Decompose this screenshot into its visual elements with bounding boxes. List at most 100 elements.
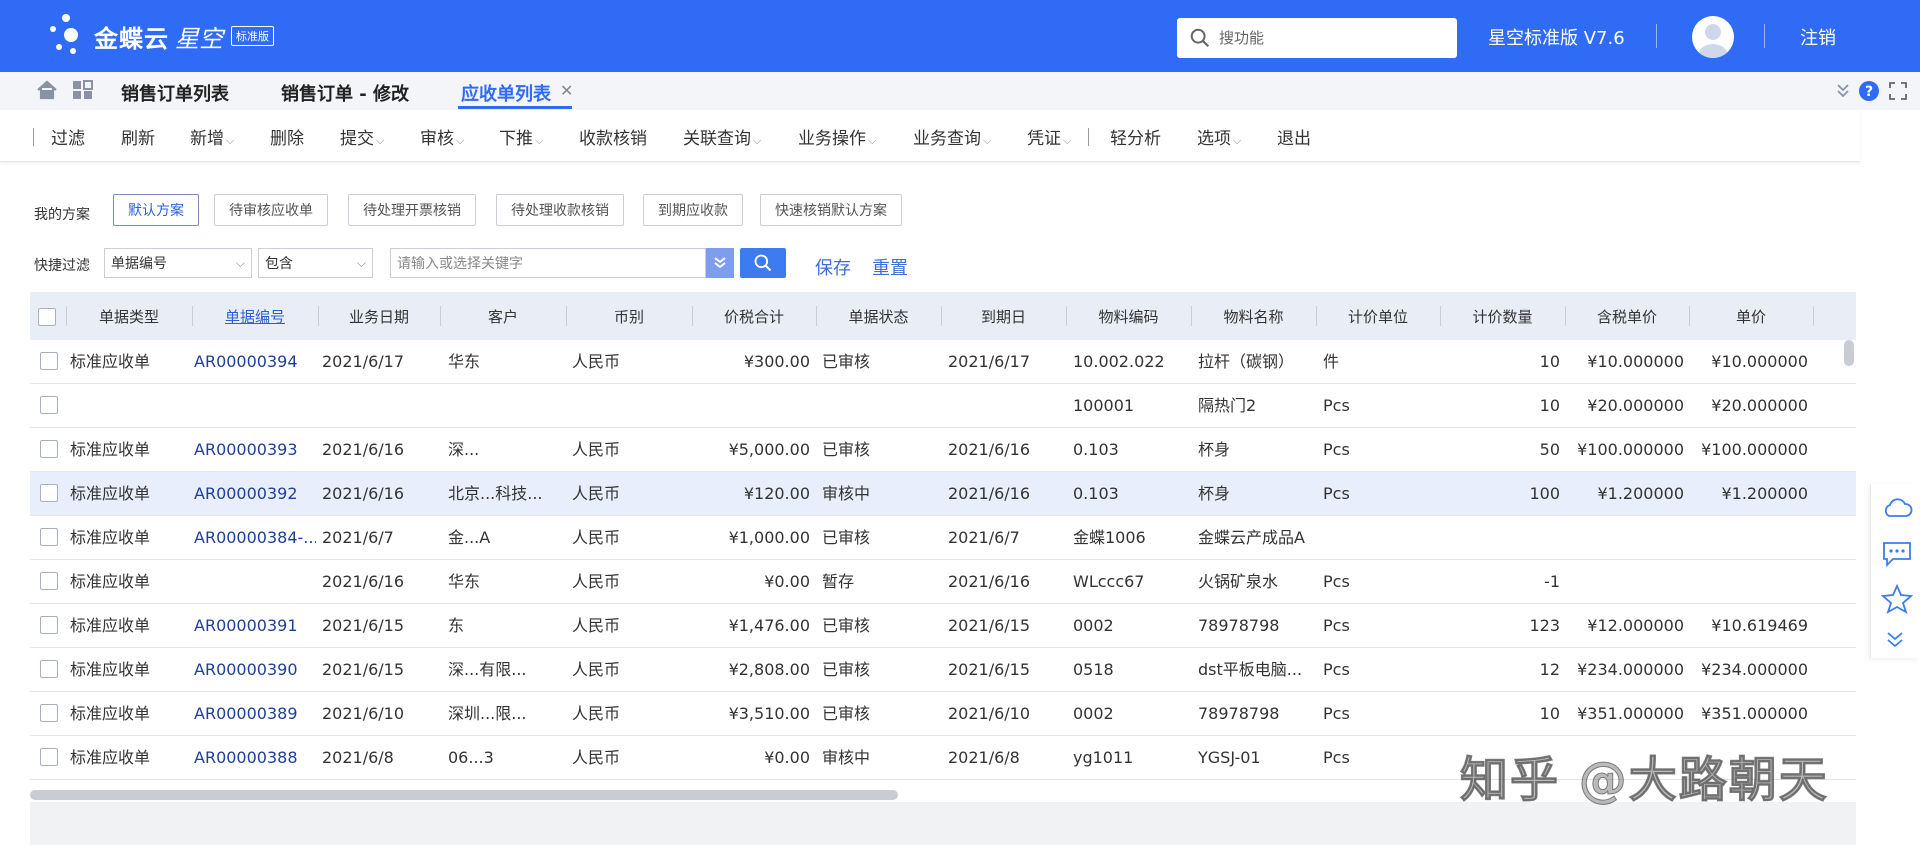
row-checkbox[interactable] [40,352,58,370]
scheme-pending-invoice-writeoff[interactable]: 待处理开票核销 [348,194,476,226]
col-header-total[interactable]: 价税合计 [692,292,816,340]
filter-keyword-input[interactable]: 请输入或选择关键字 [390,248,706,278]
brand-logo[interactable]: 金蝶云 星空 标准版 [50,14,274,58]
col-header-tax-price[interactable]: 含税单价 [1565,292,1689,340]
active-tab-indicator [458,106,572,109]
business-operation-button[interactable]: 业务操作 ⌵ [798,124,876,149]
col-header-quantity[interactable]: 计价数量 [1440,292,1565,340]
audit-button[interactable]: 审核 ⌵ [420,124,464,149]
cell-no[interactable] [194,560,316,604]
table-row[interactable]: 标准应收单 AR00000392 2021/6/16 北京...科技... 人民币 ¥12… [30,472,1856,516]
close-icon[interactable]: ✕ [560,81,573,100]
col-header-doc-no[interactable]: 单据编号 [192,292,318,340]
row-checkbox[interactable] [40,528,58,546]
row-checkbox[interactable] [40,484,58,502]
col-header-status[interactable]: 单据状态 [816,292,941,340]
cell-no[interactable]: AR00000394 [194,340,316,384]
apps-icon[interactable] [72,80,94,104]
home-icon[interactable] [36,80,58,104]
col-header-currency[interactable]: 币别 [566,292,692,340]
row-checkbox[interactable] [40,704,58,722]
function-search[interactable] [1177,18,1457,58]
save-filter-button[interactable]: 保存 [815,254,851,280]
table-row[interactable]: 100001 隔热门2 Pcs 10 ¥20.000000 ¥20.000000 [30,384,1856,428]
row-checkbox[interactable] [40,572,58,590]
col-header-date[interactable]: 业务日期 [318,292,440,340]
delete-button[interactable]: 删除 [270,124,304,149]
logout-button[interactable]: 注销 [1800,24,1836,50]
avatar[interactable] [1692,16,1734,58]
row-checkbox[interactable] [40,616,58,634]
table-row[interactable]: 标准应收单 AR00000391 2021/6/15 东 人民币 ¥1,476.00 已审核… [30,604,1856,648]
table-row[interactable]: 标准应收单 2021/6/16 华东 人民币 ¥0.00 暂存 2021/6/16 WLccc… [30,560,1856,604]
tab-sales-order-list[interactable]: 销售订单列表 [121,80,229,106]
business-query-button[interactable]: 业务查询 ⌵ [913,124,991,149]
table-row[interactable]: 标准应收单 AR00000394 2021/6/17 华东 人民币 ¥300.00 已审核 2… [30,340,1856,384]
reset-filter-button[interactable]: 重置 [872,254,908,280]
audit-label: 审核 [420,129,454,149]
chevron-double-down-icon[interactable] [1836,83,1850,103]
row-checkbox[interactable] [40,660,58,678]
col-header-unit[interactable]: 计价单位 [1316,292,1440,340]
table-row[interactable]: 标准应收单 AR00000390 2021/6/15 深...有限... 人民币 ¥2,8… [30,648,1856,692]
cell-no[interactable]: AR00000393 [194,428,316,472]
row-checkbox[interactable] [40,396,58,414]
table-row[interactable]: 标准应收单 AR00000384-... 2021/6/7 金...A 人民币 ¥1,00… [30,516,1856,560]
cell-no[interactable]: AR00000388 [194,736,316,780]
star-icon[interactable] [1880,583,1914,618]
filter-field-select[interactable]: 单据编号 ⌵ [104,248,252,278]
col-header-material-name[interactable]: 物料名称 [1191,292,1316,340]
cell-no[interactable]: AR00000392 [194,472,316,516]
cell-taxprice [1568,560,1684,604]
cell-no[interactable]: AR00000390 [194,648,316,692]
refresh-button[interactable]: 刷新 [121,124,155,149]
scheme-default[interactable]: 默认方案 [113,194,199,226]
cell-no[interactable] [194,384,316,428]
version-label[interactable]: 星空标准版 V7.6 [1488,24,1625,50]
chevron-double-down-icon[interactable] [1885,630,1905,654]
chat-icon[interactable] [1881,540,1913,572]
cell-no[interactable]: AR00000389 [194,692,316,736]
options-button[interactable]: 选项 ⌵ [1197,124,1241,149]
vertical-scrollbar[interactable] [1844,340,1854,366]
submit-button[interactable]: 提交 ⌵ [340,124,384,149]
scheme-due-receivable[interactable]: 到期应收款 [643,194,743,226]
cell-no[interactable]: AR00000391 [194,604,316,648]
table-row[interactable]: 标准应收单 AR00000389 2021/6/10 深圳...限... 人民币 ¥3,5… [30,692,1856,736]
fullscreen-icon[interactable] [1888,81,1908,105]
push-down-button[interactable]: 下推 ⌵ [499,124,543,149]
receipt-writeoff-button[interactable]: 收款核销 [579,124,647,149]
filter-search-button[interactable] [740,248,786,278]
cell-customer [448,384,562,428]
row-checkbox[interactable] [40,440,58,458]
exit-button[interactable]: 退出 [1277,124,1311,149]
scheme-pending-receipt-writeoff[interactable]: 待处理收款核销 [496,194,624,226]
col-header-customer[interactable]: 客户 [440,292,566,340]
help-icon[interactable]: ? [1858,80,1880,106]
select-all-checkbox[interactable] [38,308,56,326]
col-header-due-date[interactable]: 到期日 [941,292,1066,340]
cell-no[interactable]: AR00000384-... [194,516,316,560]
tab-sales-order-edit[interactable]: 销售订单 - 修改 [281,80,409,106]
scheme-quick-writeoff[interactable]: 快速核销默认方案 [760,194,902,226]
col-header-material-code[interactable]: 物料编码 [1066,292,1191,340]
filter-button[interactable]: 过滤 [51,124,85,149]
scheme-pending-audit[interactable]: 待审核应收单 [214,194,328,226]
row-checkbox[interactable] [40,748,58,766]
voucher-button[interactable]: 凭证 ⌵ [1027,124,1071,149]
function-search-input[interactable] [1219,29,1439,47]
cell-date: 2021/6/8 [322,748,394,767]
col-header-price[interactable]: 单价 [1689,292,1813,340]
light-analysis-button[interactable]: 轻分析 [1110,124,1161,149]
table-row[interactable]: 标准应收单 AR00000393 2021/6/16 深... 人民币 ¥5,000.00… [30,428,1856,472]
new-button[interactable]: 新增 ⌵ [190,124,234,149]
tab-receivable-list[interactable]: 应收单列表 [461,80,551,106]
top-header: 金蝶云 星空 标准版 星空标准版 V7.6 注销 [0,0,1920,72]
related-query-button[interactable]: 关联查询 ⌵ [683,124,761,149]
col-header-type[interactable]: 单据类型 [66,292,192,340]
cell-mcode: 0.103 [1073,484,1119,503]
cloud-icon[interactable] [1881,496,1913,524]
filter-operator-select[interactable]: 包含 ⌵ [258,248,373,278]
filter-keyword-dropdown[interactable] [706,248,734,278]
horizontal-scrollbar[interactable] [30,790,898,800]
